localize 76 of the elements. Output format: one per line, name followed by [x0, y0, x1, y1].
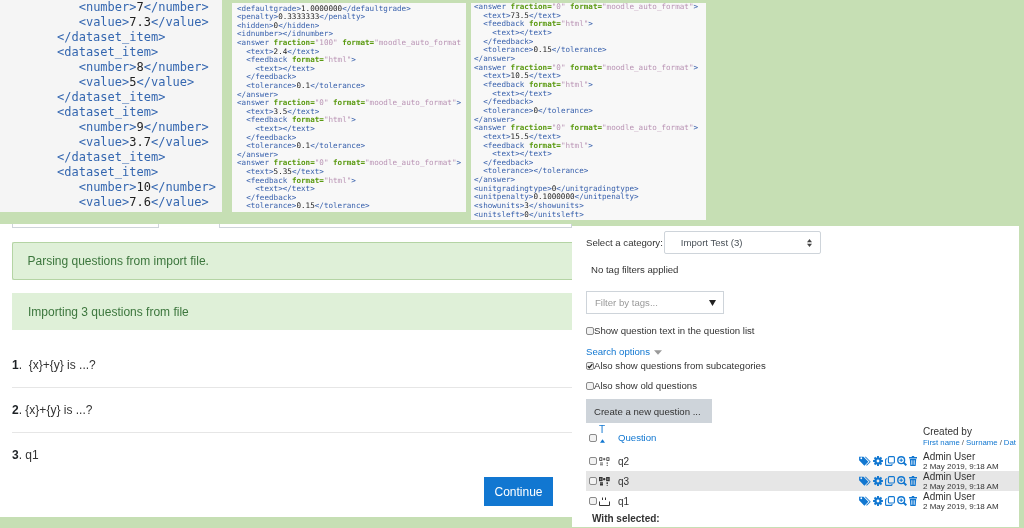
checkbox[interactable] — [586, 327, 594, 335]
message-text: Importing 3 questions from file — [28, 304, 189, 319]
code-line: <number>10</number> — [77, 180, 216, 195]
copy-icon[interactable] — [885, 476, 895, 486]
zoom-in-icon[interactable] — [897, 456, 907, 466]
input-field[interactable] — [219, 224, 572, 228]
author-name: Admin User — [923, 471, 976, 482]
column-heading: Created by — [923, 426, 972, 438]
question-text: 2. {x}+{y} is ...? — [12, 403, 93, 417]
category-label: Select a category: — [586, 236, 663, 249]
with-selected-label: With selected: — [591, 513, 660, 525]
code-line: <dataset_item> — [57, 105, 159, 120]
question-name: q3 — [618, 475, 630, 487]
author-name: Admin User — [923, 451, 976, 462]
tag-icon[interactable] — [859, 496, 871, 506]
checkbox[interactable] — [589, 433, 597, 442]
code-line: </dataset_item> — [57, 90, 166, 105]
question-row[interactable]: q2 Admin User 2 May 2019, 9:18 AM — [586, 451, 1019, 471]
checkbox-label: Show question text in the question list — [594, 325, 755, 337]
checkbox[interactable] — [589, 497, 597, 505]
select-arrows-icon — [806, 238, 812, 247]
input-field[interactable] — [12, 224, 160, 228]
continue-button[interactable]: Continue — [484, 477, 553, 506]
code-line: <number>8</number> — [77, 60, 209, 75]
code-line: </dataset_item> — [57, 30, 166, 45]
created-date: 2 May 2019, 9:18 AM — [923, 502, 999, 511]
code-line: <value>5</value> — [77, 75, 195, 90]
tag-icon[interactable] — [859, 456, 871, 466]
checkbox[interactable] — [589, 457, 597, 465]
checkbox-label: Also show old questions — [594, 380, 697, 392]
question-row[interactable]: q3 Admin User 2 May 2019, 9:18 AM — [586, 471, 1019, 491]
checkbox[interactable] — [589, 477, 597, 485]
checkbox-label: Also show questions from subcategories — [594, 360, 766, 372]
checkbox[interactable] — [586, 382, 594, 390]
gear-icon[interactable] — [873, 476, 883, 486]
code-line: <value>3.7</value> — [77, 135, 209, 150]
copy-icon[interactable] — [885, 456, 895, 466]
gear-icon[interactable] — [873, 456, 883, 466]
caret-down-icon — [709, 299, 716, 306]
question-name: q1 — [618, 495, 630, 507]
code-line: </dataset_item> — [57, 150, 166, 165]
question-row[interactable]: q1 Admin User 2 May 2019, 9:18 AM — [586, 491, 1019, 511]
tag-filter-field[interactable]: Filter by tags... — [586, 291, 724, 314]
trash-icon[interactable] — [909, 496, 917, 506]
zoom-in-icon[interactable] — [897, 496, 907, 506]
code-line: <value>7.6</value> — [77, 195, 209, 210]
tag-icon[interactable] — [859, 476, 871, 486]
code-line: <dataset_item> — [57, 45, 159, 60]
create-question-button[interactable]: Create a new question ... — [586, 399, 712, 423]
checkbox[interactable] — [586, 362, 594, 370]
trash-icon[interactable] — [909, 476, 917, 486]
sort-ascending-icon[interactable] — [599, 439, 605, 443]
blank-line-icon — [599, 496, 610, 506]
code-line: <number>9</number> — [77, 120, 209, 135]
author-name: Admin User — [923, 491, 976, 502]
trash-icon[interactable] — [909, 456, 917, 466]
question-text: 3. q1 — [12, 448, 39, 462]
message-text: Parsing questions from import file. — [27, 254, 209, 268]
zoom-in-icon[interactable] — [897, 476, 907, 486]
search-options-link[interactable]: Search options — [586, 346, 650, 358]
gear-icon[interactable] — [873, 496, 883, 506]
question-name: q2 — [618, 455, 630, 467]
equation-icon — [599, 456, 610, 466]
type-sort-link[interactable]: T — [599, 425, 606, 435]
created-date: 2 May 2019, 9:18 AM — [923, 482, 999, 491]
category-select[interactable]: Import Test (3) — [663, 231, 821, 254]
question-sort-link[interactable]: Question — [618, 432, 657, 443]
code-line: <dataset_item> — [57, 165, 159, 180]
caret-down-icon[interactable] — [654, 349, 662, 355]
code-line: <value>7.3</value> — [77, 15, 209, 30]
equation-icon — [599, 476, 610, 486]
code-line: <number>7</number> — [77, 0, 209, 15]
created-date: 2 May 2019, 9:18 AM — [923, 462, 999, 471]
question-text: 1. {x}+{y} is ...? — [12, 358, 96, 372]
copy-icon[interactable] — [885, 496, 895, 506]
filter-status-text: No tag filters applied — [590, 264, 679, 276]
